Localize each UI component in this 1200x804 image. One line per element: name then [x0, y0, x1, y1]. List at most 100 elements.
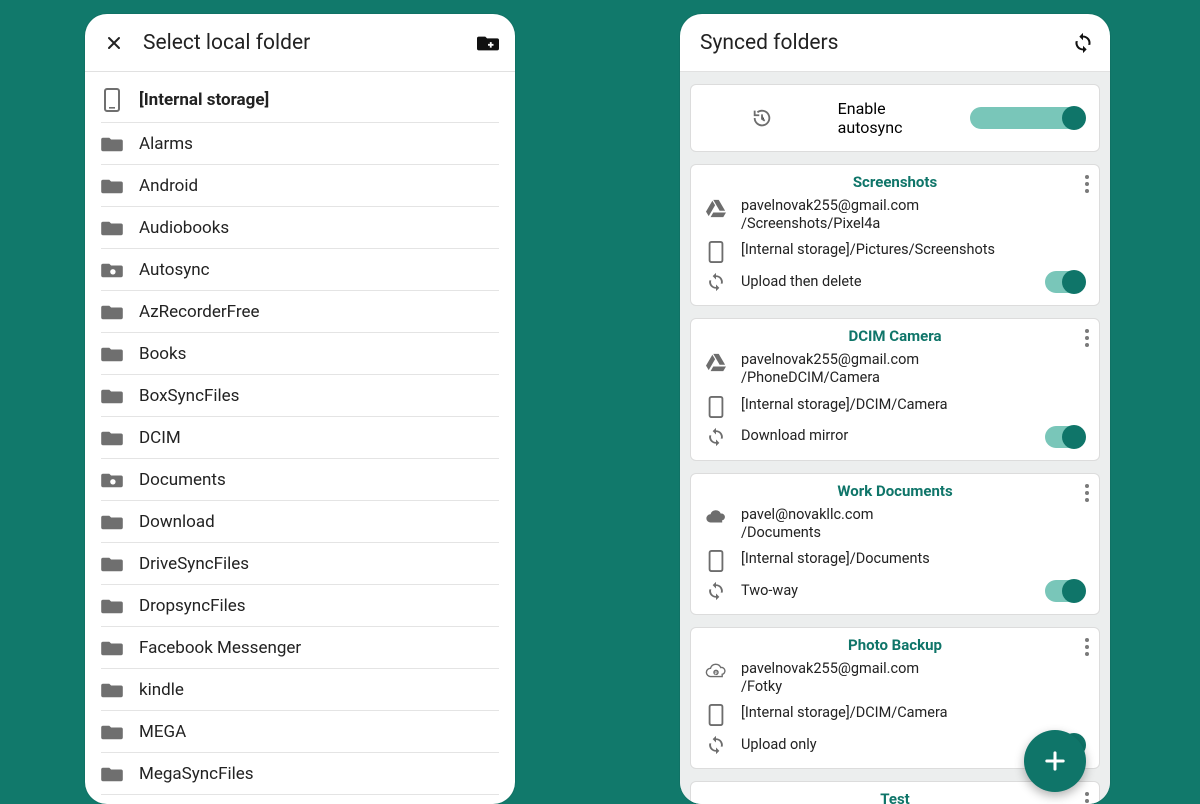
mode-line: Upload then delete: [691, 267, 1099, 305]
folder-row[interactable]: DCIM: [85, 417, 515, 458]
folder-label: kindle: [139, 680, 184, 700]
folder-row[interactable]: MegaSyncFiles: [85, 753, 515, 794]
sync-card[interactable]: Work Documentspavel@novakllc.com/Documen…: [690, 473, 1100, 615]
folder-label: BoxSyncFiles: [139, 386, 239, 406]
folder-row[interactable]: AzRecorderFree: [85, 291, 515, 332]
local-icon: [705, 550, 727, 572]
folder-icon: [101, 343, 123, 365]
appbar: Select local folder: [85, 14, 515, 72]
remote-text: pavelnovak255@gmail.com/Fotky: [741, 660, 1085, 696]
sync-now-icon[interactable]: [1072, 32, 1094, 54]
remote-text: pavel@novakllc.com/Documents: [741, 506, 1085, 542]
autosync-label: Enable autosync: [838, 99, 953, 137]
overflow-icon[interactable]: [1085, 175, 1089, 193]
sync-title: Screenshots: [691, 165, 1099, 193]
folder-label: DropsyncFiles: [139, 596, 246, 616]
mode-text: Upload then delete: [741, 273, 1031, 291]
synced-body: Enable autosync Screenshots pavelnovak255…: [680, 72, 1110, 804]
overflow-icon[interactable]: [1085, 638, 1089, 656]
folder-row[interactable]: Android: [85, 165, 515, 206]
sync-card[interactable]: DCIM Camera pavelnovak255@gmail.com/Phone…: [690, 318, 1100, 460]
page-title: Select local folder: [143, 31, 459, 55]
sync-card[interactable]: Screenshots pavelnovak255@gmail.com/Scree…: [690, 164, 1100, 306]
folder-row[interactable]: DriveSyncFiles: [85, 543, 515, 584]
folder-icon: [101, 637, 123, 659]
folder-row[interactable]: Books: [85, 333, 515, 374]
folder-list: [Internal storage] Alarms Android Audioboo…: [85, 72, 515, 795]
folder-label: DriveSyncFiles: [139, 554, 249, 574]
new-folder-icon[interactable]: [477, 32, 499, 54]
folder-icon: [101, 511, 123, 533]
folder-icon: [101, 763, 123, 785]
local-icon: [705, 704, 727, 726]
sync-cards: Screenshots pavelnovak255@gmail.com/Scree…: [690, 164, 1100, 804]
add-sync-fab[interactable]: [1024, 730, 1086, 792]
autosync-toggle[interactable]: [970, 107, 1085, 129]
history-icon: [705, 107, 820, 129]
sync-title: DCIM Camera: [691, 319, 1099, 347]
folder-label: Autosync: [139, 260, 210, 280]
folder-label: Alarms: [139, 134, 193, 154]
storage-header-label: [Internal storage]: [139, 90, 269, 110]
storage-header[interactable]: [Internal storage]: [85, 78, 515, 122]
folder-icon: [101, 553, 123, 575]
remote-text: pavelnovak255@gmail.com/PhoneDCIM/Camera: [741, 351, 1085, 387]
remote-icon: [705, 506, 727, 528]
overflow-icon[interactable]: [1085, 329, 1089, 347]
sync-toggle[interactable]: [1045, 426, 1085, 448]
folder-label: Download: [139, 512, 215, 532]
folder-label: MegaSyncFiles: [139, 764, 254, 784]
mode-icon: [705, 271, 727, 293]
mode-text: Two-way: [741, 582, 1031, 600]
remote-line: pavel@novakllc.com/Documents: [691, 502, 1099, 546]
remote-icon: [705, 351, 727, 373]
folder-row[interactable]: BoxSyncFiles: [85, 375, 515, 416]
folder-icon: [101, 385, 123, 407]
folder-icon: [101, 595, 123, 617]
folder-row[interactable]: Alarms: [85, 123, 515, 164]
local-icon: [705, 396, 727, 418]
folder-row[interactable]: Autosync: [85, 249, 515, 290]
sync-toggle[interactable]: [1045, 580, 1085, 602]
svg-text:P: P: [715, 670, 718, 675]
folder-row[interactable]: DropsyncFiles: [85, 585, 515, 626]
folder-row[interactable]: Download: [85, 501, 515, 542]
mode-text: Upload only: [741, 736, 1031, 754]
folder-label: AzRecorderFree: [139, 302, 260, 322]
mode-line: Two-way: [691, 576, 1099, 614]
remote-line: Ppavelnovak255@gmail.com/Fotky: [691, 656, 1099, 700]
local-text: [Internal storage]/DCIM/Camera: [741, 704, 1085, 722]
folder-row[interactable]: MEGA: [85, 711, 515, 752]
local-line: [Internal storage]/Documents: [691, 546, 1099, 576]
page-title: Synced folders: [698, 31, 1054, 55]
local-text: [Internal storage]/DCIM/Camera: [741, 396, 1085, 414]
mode-line: Download mirror: [691, 422, 1099, 460]
mode-icon: [705, 734, 727, 756]
sync-toggle[interactable]: [1045, 271, 1085, 293]
folder-label: MEGA: [139, 722, 186, 742]
folder-row[interactable]: Documents: [85, 459, 515, 500]
folder-icon: [101, 217, 123, 239]
folder-label: Documents: [139, 470, 226, 490]
folder-label: Books: [139, 344, 186, 364]
remote-line: pavelnovak255@gmail.com/PhoneDCIM/Camera: [691, 347, 1099, 391]
folder-label: Facebook Messenger: [139, 638, 301, 658]
folder-icon: [101, 133, 123, 155]
camera-folder-icon: [101, 469, 123, 491]
overflow-icon[interactable]: [1085, 484, 1089, 502]
remote-icon: P: [705, 660, 727, 682]
autosync-card: Enable autosync: [690, 84, 1100, 152]
overflow-icon[interactable]: [1085, 792, 1089, 804]
local-text: [Internal storage]/Documents: [741, 550, 1085, 568]
folder-label: Audiobooks: [139, 218, 229, 238]
remote-text: pavelnovak255@gmail.com/Screenshots/Pixe…: [741, 197, 1085, 233]
camera-folder-icon: [101, 259, 123, 281]
local-line: [Internal storage]/DCIM/Camera: [691, 392, 1099, 422]
folder-picker-screen: Select local folder [Internal storage] A…: [85, 14, 515, 804]
folder-row[interactable]: Facebook Messenger: [85, 627, 515, 668]
appbar: Synced folders: [680, 14, 1110, 72]
close-icon[interactable]: [103, 32, 125, 54]
folder-row[interactable]: Audiobooks: [85, 207, 515, 248]
remote-line: pavelnovak255@gmail.com/Screenshots/Pixe…: [691, 193, 1099, 237]
folder-row[interactable]: kindle: [85, 669, 515, 710]
